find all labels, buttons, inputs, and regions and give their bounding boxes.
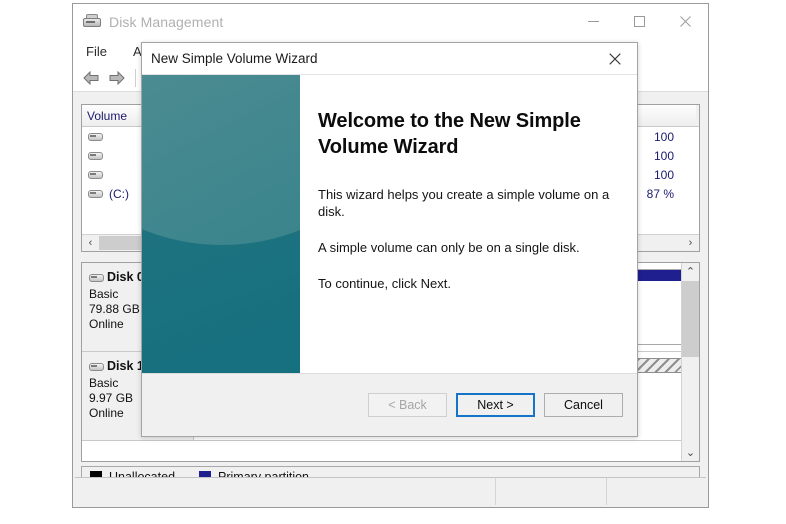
status-bar-segment-2 bbox=[496, 478, 607, 505]
status-bar-segment-3 bbox=[607, 478, 706, 505]
new-simple-volume-wizard-dialog: New Simple Volume Wizard Welcome to the … bbox=[141, 42, 638, 437]
main-titlebar: Disk Management bbox=[73, 4, 708, 39]
minimize-icon[interactable] bbox=[570, 4, 616, 39]
cancel-button[interactable]: Cancel bbox=[544, 393, 623, 417]
toolbar-separator bbox=[135, 68, 136, 87]
scroll-left-icon[interactable]: ‹ bbox=[82, 235, 99, 251]
window-title: Disk Management bbox=[109, 13, 224, 30]
volume-icon bbox=[88, 188, 103, 199]
volume-icon bbox=[88, 150, 103, 161]
volume-icon bbox=[88, 131, 103, 142]
scroll-down-icon[interactable]: ⌄ bbox=[682, 444, 699, 461]
wizard-text-area: Welcome to the New Simple Volume Wizard … bbox=[300, 75, 637, 404]
vscroll-thumb[interactable] bbox=[682, 281, 699, 357]
wizard-footer: < Back Next > Cancel bbox=[142, 373, 637, 436]
maximize-icon[interactable] bbox=[616, 4, 662, 39]
close-icon[interactable] bbox=[593, 43, 637, 74]
disk-drive-icon bbox=[83, 13, 101, 30]
disk-icon bbox=[89, 272, 104, 283]
disk-icon bbox=[89, 361, 104, 372]
scroll-up-icon[interactable]: ⌃ bbox=[682, 263, 699, 280]
wizard-paragraph-3: To continue, click Next. bbox=[318, 276, 451, 291]
scroll-right-icon[interactable]: › bbox=[682, 235, 699, 251]
wizard-paragraph-1: This wizard helps you create a simple vo… bbox=[318, 187, 610, 219]
forward-arrow-icon[interactable] bbox=[106, 68, 126, 88]
back-arrow-icon[interactable] bbox=[81, 68, 101, 88]
disk-title: Disk 1 bbox=[107, 359, 144, 373]
next-button[interactable]: Next > bbox=[456, 393, 535, 417]
status-bar-segment-main bbox=[75, 478, 496, 505]
wizard-banner-image bbox=[142, 75, 300, 404]
disk-pane-vertical-scrollbar[interactable]: ⌃ ⌄ bbox=[681, 263, 699, 461]
wizard-title: New Simple Volume Wizard bbox=[151, 51, 318, 66]
window-controls bbox=[570, 4, 708, 39]
back-button[interactable]: < Back bbox=[368, 393, 447, 417]
screen: Disk Management File Acti bbox=[0, 0, 786, 524]
banner-arc-decoration bbox=[142, 75, 300, 245]
volume-icon bbox=[88, 169, 103, 180]
wizard-paragraph-2: A simple volume can only be on a single … bbox=[318, 240, 580, 255]
wizard-heading: Welcome to the New Simple Volume Wizard bbox=[318, 110, 581, 158]
volume-name: (C:) bbox=[109, 186, 129, 201]
status-bar bbox=[75, 477, 706, 505]
menu-file[interactable]: File bbox=[84, 42, 109, 61]
wizard-content: Welcome to the New Simple Volume Wizard … bbox=[142, 74, 637, 404]
close-icon[interactable] bbox=[662, 4, 708, 39]
wizard-titlebar: New Simple Volume Wizard bbox=[142, 43, 637, 74]
disk-title: Disk 0 bbox=[107, 270, 144, 284]
